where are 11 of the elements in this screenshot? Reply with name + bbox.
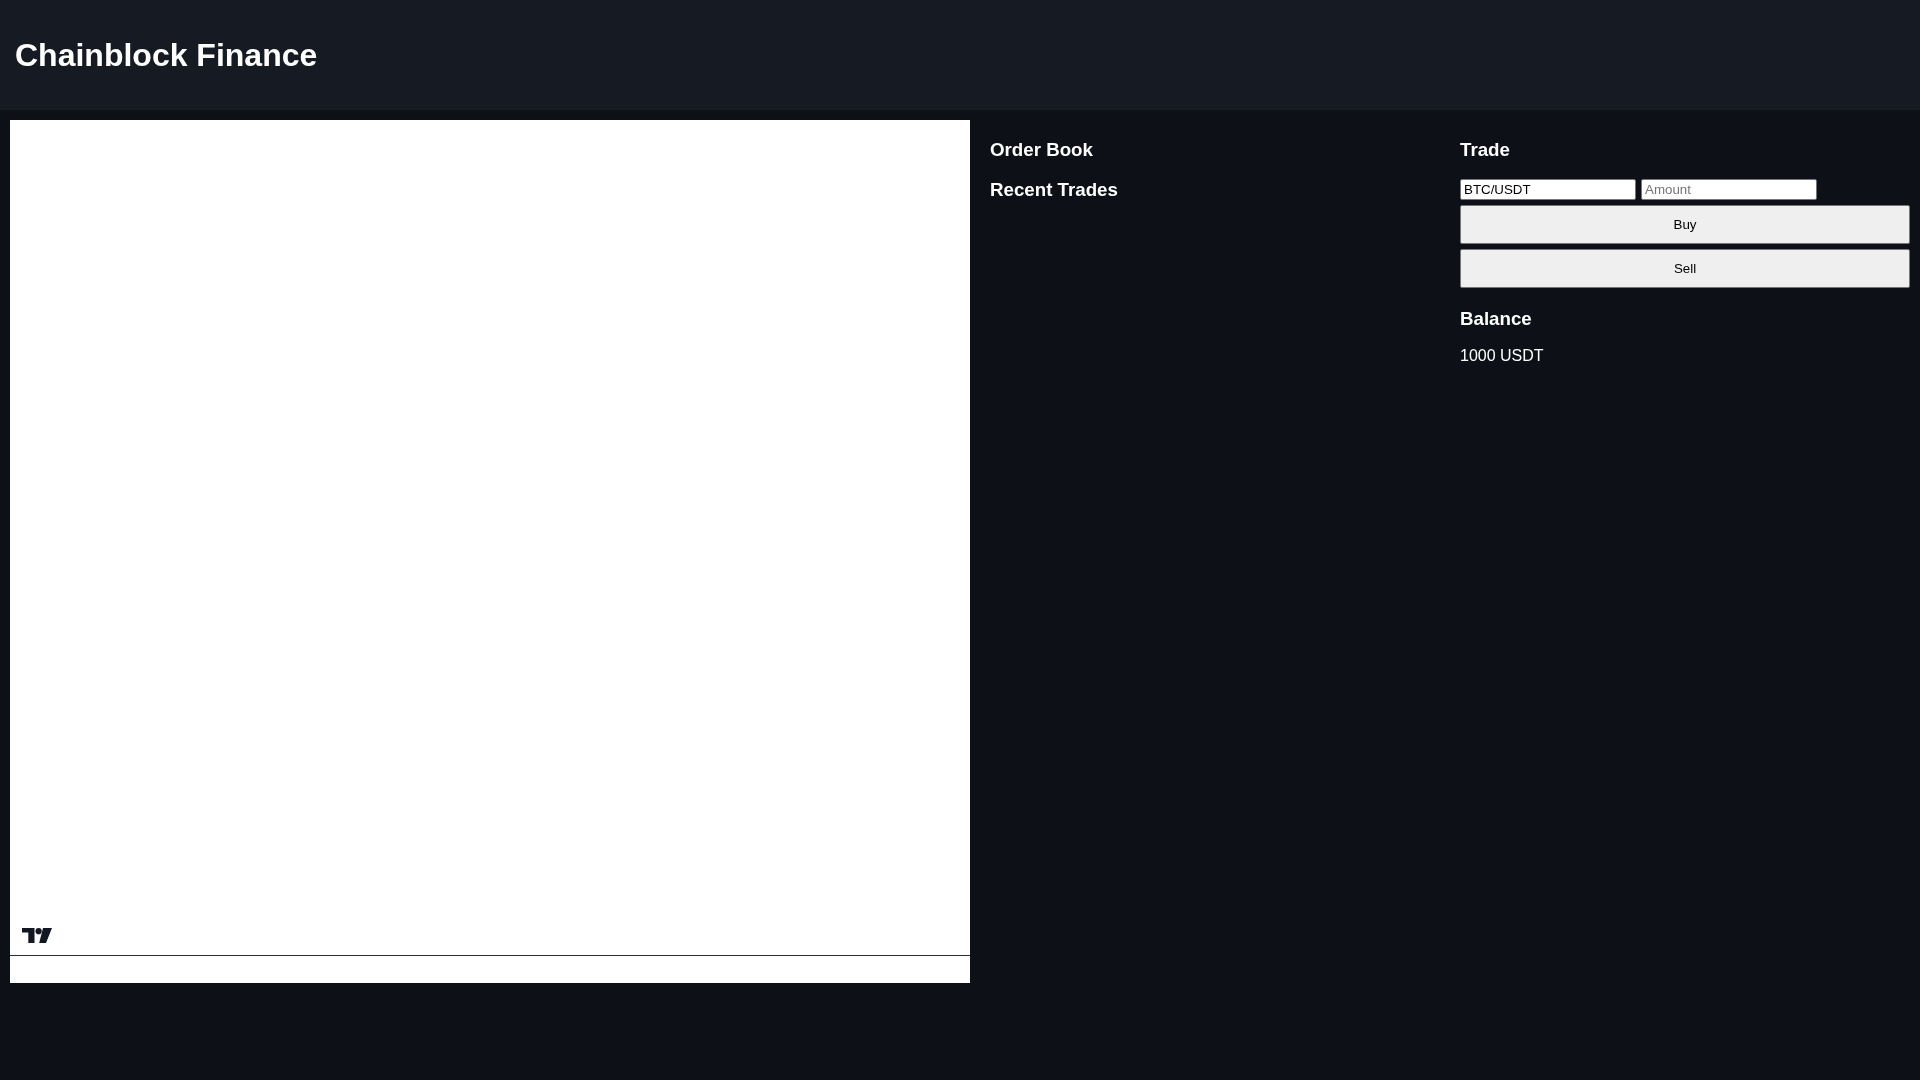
app-title: Chainblock Finance (15, 36, 318, 74)
section-heading: Trade (1460, 138, 1511, 161)
sell-button[interactable]: Sell (1460, 248, 1910, 288)
section-heading: Order Book (990, 138, 1094, 161)
section-heading: Balance (1460, 307, 1533, 330)
logo-icon[interactable] (22, 928, 52, 943)
pair-field[interactable]: BTC/USDT (1460, 178, 1636, 200)
balance-amount: 1000 USDT (1460, 347, 1545, 366)
section-heading: Recent Trades (990, 178, 1119, 201)
buy-button[interactable]: Buy (1460, 204, 1910, 244)
amount-field[interactable]: Amount (1641, 178, 1817, 200)
